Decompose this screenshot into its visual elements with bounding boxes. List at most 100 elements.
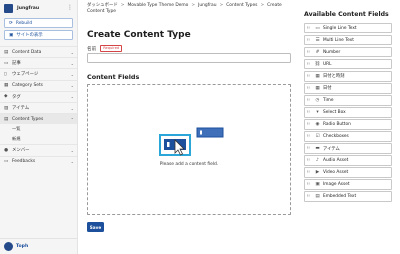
field-type-select-box[interactable]: ⁞⁞ ▾ Select Box [304,107,392,118]
sidebar-item-label: Content Types [12,116,44,122]
field-type-audio-asset[interactable]: ⁞⁞ ♪ Audio Asset [304,155,392,166]
drag-handle-icon[interactable]: ⁞⁞ [307,194,314,199]
site-logo-icon [4,3,13,13]
field-type-multi-line-text[interactable]: ⁞⁞ ☰ Multi Line Text [304,35,392,46]
field-type-label: 日付 [323,86,332,92]
drag-handle-icon[interactable]: ⁞⁞ [307,158,314,163]
breadcrumb-item[interactable]: ダッシュボード [87,3,118,8]
name-label-text: 名前 [87,46,97,52]
drag-handle-icon[interactable]: ⁞⁞ [307,50,314,55]
site-name[interactable]: Jungfrau [17,6,67,11]
sidebar-item-assets[interactable]: ▨ アイテム ⌄ [0,101,77,113]
main-content: ダッシュボード > Movable Type Theme Demo > Jungfrau… [80,0,296,254]
field-type-single-line-text[interactable]: ⁞⁞ ▭ Single Line Text [304,23,392,34]
tag-icon: ◆ [4,94,8,100]
field-type-asset[interactable]: ⁞⁞ ▬ アイテム [304,143,392,154]
rebuild-icon: ⟳ [9,20,13,26]
audio-icon: ♪ [316,158,319,164]
available-fields-list: ⁞⁞ ▭ Single Line Text ⁞⁞ ☰ Multi Line Text ⁞… [304,23,392,203]
drag-handle-icon[interactable]: ⁞⁞ [307,26,314,31]
field-type-checkboxes[interactable]: ⁞⁞ ☑ Checkboxes [304,131,392,142]
sidebar-item-label: ウェブページ [12,72,39,78]
field-type-label: アイテム [323,146,340,152]
content-types-icon: ▤ [4,116,9,122]
chevron-down-icon: ⌄ [70,60,74,66]
sidebar-item-label: 記事 [12,61,21,67]
drag-handle-icon[interactable]: ⁞⁞ [307,86,314,91]
drag-handle-icon[interactable]: ⁞⁞ [307,170,314,175]
sidebar-item-tags[interactable]: ◆ タグ ⌄ [0,90,77,102]
chevron-down-icon: ⌄ [70,49,74,55]
available-fields-panel: Available Content Fields ⁞⁞ ▭ Single Line … [300,0,400,254]
breadcrumb-separator: > [260,3,265,8]
video-icon: ▶ [315,170,320,176]
breadcrumb-item[interactable]: Content Types [226,3,257,8]
feedback-icon: ▭ [4,159,9,165]
view-site-button[interactable]: ▣ サイトの表示 [4,30,73,40]
sidebar-subitem-list[interactable]: 一覧 [0,124,77,134]
field-type-label: Video Asset [323,170,349,176]
field-type-label: Image Asset [323,182,350,188]
drag-handle-icon[interactable]: ⁞⁞ [307,182,314,187]
sidebar-item-label: Content Data [12,49,42,55]
sidebar-item-members[interactable]: ● メンバー ⌄ [0,144,77,155]
field-type-image-asset[interactable]: ⁞⁞ ▣ Image Asset [304,179,392,190]
rebuild-button[interactable]: ⟳ Rebuild [4,18,73,28]
rebuild-label: Rebuild [15,20,33,26]
save-button[interactable]: Save [87,222,104,232]
breadcrumb-item[interactable]: Movable Type Theme Demo [127,3,188,8]
view-site-label: サイトの表示 [16,33,43,38]
date-icon: ▦ [315,85,320,91]
sidebar-item-label: メンバー [12,148,30,154]
drag-handle-icon[interactable]: ⁞⁞ [307,74,314,79]
field-type-number[interactable]: ⁞⁞ # Number [304,47,392,58]
drag-handle-icon[interactable]: ⁞⁞ [307,122,314,127]
field-type-radio-button[interactable]: ⁞⁞ ◉ Radio Button [304,119,392,130]
drag-handle-icon[interactable]: ⁞⁞ [307,38,314,43]
sidebar-item-pages[interactable]: ▯ ウェブページ ⌄ [0,68,77,79]
current-user[interactable]: Toph [0,238,78,254]
chevron-down-icon: ⌄ [70,71,74,77]
field-type-video-asset[interactable]: ⁞⁞ ▶ Video Asset [304,167,392,178]
embedded-text-icon: ▤ [315,194,320,200]
drag-and-drop-illustration-icon [159,127,224,156]
breadcrumb-item[interactable]: Jungfrau [198,3,216,8]
drag-handle-icon[interactable]: ⁞⁞ [307,146,314,151]
field-type-url[interactable]: ⁞⁞ ⛓ URL [304,59,392,70]
time-icon: ◷ [315,97,320,103]
required-badge: Required [100,45,123,52]
drag-handle-icon[interactable]: ⁞⁞ [307,110,314,115]
kebab-menu-icon[interactable]: ⋮ [67,5,73,11]
sidebar-item-content-types[interactable]: ▤ Content Types ⌃ [0,113,77,125]
select-box-icon: ▾ [316,109,319,115]
chevron-up-icon: ⌃ [70,116,74,122]
field-type-label: Select Box [323,109,346,115]
asset-icon: ▨ [4,105,9,111]
content-fields-drop-zone[interactable]: Please add a content field. [87,84,291,215]
radio-button-icon: ◉ [315,121,320,127]
view-site-icon: ▣ [9,32,14,38]
field-type-time[interactable]: ⁞⁞ ◷ Time [304,95,392,106]
field-type-datetime[interactable]: ⁞⁞ ▦ 日付と時刻 [304,71,392,82]
sidebar-item-content-data[interactable]: ▤ Content Data ⌄ [0,46,77,57]
drag-handle-icon[interactable]: ⁞⁞ [307,62,314,67]
drag-handle-icon[interactable]: ⁞⁞ [307,98,314,103]
sidebar-item-entries[interactable]: ▭ 記事 ⌄ [0,57,77,68]
field-type-label: Audio Asset [323,158,349,164]
empty-fields-message: Please add a content field. [159,162,219,167]
name-input[interactable] [87,53,291,63]
content-fields-title: Content Fields [87,73,140,81]
sidebar-subitem-new[interactable]: 新規 [0,134,77,144]
field-type-embedded-text[interactable]: ⁞⁞ ▤ Embedded Text [304,191,392,202]
image-icon: ▣ [315,182,320,188]
sidebar-item-category-sets[interactable]: ▦ Category Sets ⌄ [0,79,77,91]
field-type-date[interactable]: ⁞⁞ ▦ 日付 [304,83,392,94]
user-name: Toph [16,244,29,249]
site-header: Jungfrau ⋮ [0,0,77,16]
drag-handle-icon[interactable]: ⁞⁞ [307,134,314,139]
sidebar-item-label: Category Sets [12,83,43,89]
sidebar-item-feedbacks[interactable]: ▭ Feedbacks ⌄ [0,155,77,167]
field-type-label: URL [323,61,332,67]
field-type-label: 日付と時刻 [323,74,345,80]
field-type-label: Single Line Text [323,25,357,31]
